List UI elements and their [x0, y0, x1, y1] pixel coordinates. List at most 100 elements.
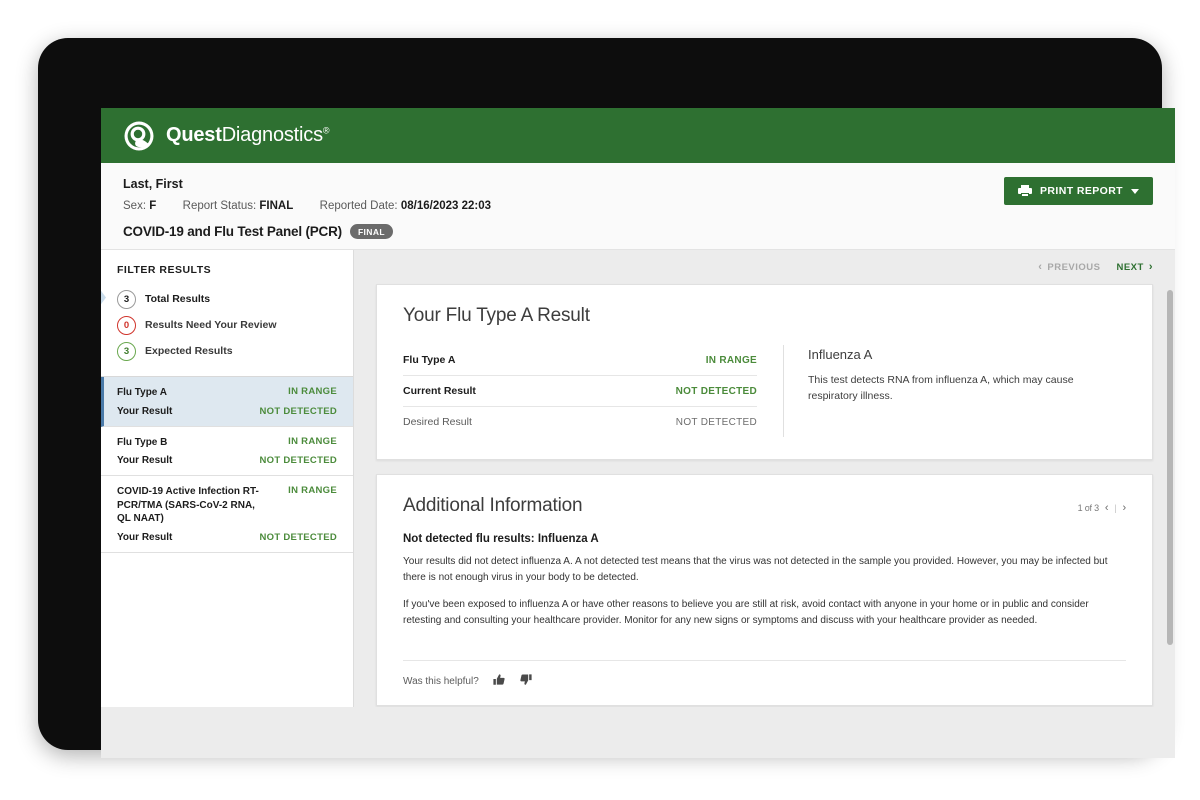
- filter-item-expected-results[interactable]: 3 Expected Results: [101, 338, 353, 364]
- current-result-value: NOT DETECTED: [675, 385, 757, 397]
- brand-header: QuestDiagnostics®: [101, 108, 1175, 163]
- result-card-title: Your Flu Type A Result: [403, 305, 590, 326]
- tablet-screen: QuestDiagnostics® Last, First Sex: F Rep…: [101, 108, 1175, 758]
- result-name-row: COVID-19 Active Infection RT-PCR/TMA (SA…: [117, 485, 337, 526]
- filter-count-badge: 3: [117, 341, 136, 361]
- content-area: FILTER RESULTS 3 Total Results 0 Results…: [101, 250, 1175, 707]
- reported-date-label: Reported Date:: [319, 200, 398, 212]
- result-range-status: IN RANGE: [288, 485, 337, 496]
- patient-meta-row: Sex: F Report Status: FINAL Reported Dat…: [123, 200, 1153, 212]
- table-row-analyte: Flu Type A IN RANGE: [403, 345, 757, 376]
- brand-wordmark: QuestDiagnostics®: [166, 124, 330, 147]
- filter-results-title: FILTER RESULTS: [117, 264, 212, 276]
- previous-result-label: PREVIOUS: [1047, 261, 1101, 273]
- sex-value: F: [149, 200, 157, 212]
- result-card-body: Flu Type A IN RANGE Current Result NOT D…: [377, 327, 1152, 459]
- result-range-status: IN RANGE: [288, 386, 337, 397]
- result-detail-card: Your Flu Type A Result Flu Type A IN RAN…: [376, 284, 1153, 460]
- result-name-row: Flu Type A IN RANGE: [117, 386, 337, 400]
- filter-item-label: Results Need Your Review: [145, 319, 277, 331]
- additional-info-pager: 1 of 3 ‹ | ›: [1077, 502, 1127, 514]
- previous-result-button[interactable]: ‹ PREVIOUS: [1038, 260, 1101, 273]
- main-content: ‹ PREVIOUS NEXT › Your Flu Type A Result: [354, 250, 1175, 707]
- desired-result-value: NOT DETECTED: [675, 416, 757, 428]
- current-result-label: Current Result: [403, 385, 476, 397]
- filter-count-badge: 0: [117, 315, 136, 335]
- chevron-right-icon: ›: [1148, 260, 1153, 273]
- chevron-down-icon: [1131, 188, 1139, 194]
- table-row-current-result: Current Result NOT DETECTED: [403, 376, 757, 407]
- description-title: Influenza A: [808, 347, 873, 362]
- desired-result-label: Desired Result: [403, 416, 472, 428]
- analyte-range-status: IN RANGE: [705, 354, 757, 366]
- additional-info-paragraph-1: Your results did not detect influenza A.…: [403, 556, 1108, 583]
- next-result-label: NEXT: [1116, 261, 1144, 273]
- filter-count-badge: 3: [117, 289, 136, 309]
- your-result-label: Your Result: [117, 531, 173, 543]
- pager-divider: |: [1114, 503, 1117, 513]
- tablet-device-frame: QuestDiagnostics® Last, First Sex: F Rep…: [38, 38, 1175, 758]
- result-card-header: Your Flu Type A Result: [377, 285, 1152, 327]
- sex-label: Sex:: [123, 200, 147, 212]
- your-result-value: NOT DETECTED: [259, 405, 337, 417]
- brand-name-bold: Quest: [166, 124, 222, 146]
- result-value-row: Your Result NOT DETECTED: [117, 532, 337, 543]
- status-badge: FINAL: [349, 224, 393, 239]
- brand-trademark: ®: [322, 125, 330, 136]
- report-status-label: Report Status:: [182, 200, 257, 212]
- sidebar-result-covid-19[interactable]: COVID-19 Active Infection RT-PCR/TMA (SA…: [101, 476, 353, 553]
- panel-title-row: COVID-19 and Flu Test Panel (PCR) FINAL: [123, 224, 1153, 239]
- table-row-desired-result: Desired Result NOT DETECTED: [403, 407, 757, 437]
- printer-icon: [1018, 185, 1033, 197]
- result-description: Influenza A This test detects RNA from i…: [783, 345, 1126, 437]
- report-status-value: FINAL: [259, 200, 294, 212]
- additional-info-body: Not detected flu results: Influenza A Yo…: [377, 517, 1152, 650]
- print-report-button[interactable]: PRINT REPORT: [1004, 177, 1153, 205]
- additional-information-card: Additional Information 1 of 3 ‹ | › Not …: [376, 474, 1153, 706]
- next-result-button[interactable]: NEXT ›: [1116, 260, 1153, 273]
- result-value-row: Your Result NOT DETECTED: [117, 406, 337, 417]
- additional-info-paragraph-2: If you've been exposed to influenza A or…: [403, 599, 1089, 626]
- filter-item-total-results[interactable]: 3 Total Results: [101, 286, 353, 312]
- thumbs-down-icon[interactable]: [519, 673, 533, 689]
- patient-name: Last, First: [123, 177, 183, 191]
- filter-item-label: Total Results: [145, 293, 211, 305]
- pager-previous-icon[interactable]: ‹: [1105, 502, 1109, 514]
- sidebar-result-flu-type-b[interactable]: Flu Type B IN RANGE Your Result NOT DETE…: [101, 427, 353, 476]
- print-report-label: PRINT REPORT: [1040, 185, 1123, 197]
- result-values-table: Flu Type A IN RANGE Current Result NOT D…: [403, 345, 783, 437]
- filter-results-panel: FILTER RESULTS 3 Total Results 0 Results…: [101, 250, 353, 377]
- filter-item-needs-review[interactable]: 0 Results Need Your Review: [101, 312, 353, 338]
- quest-swirl-logo-icon: [123, 120, 155, 152]
- feedback-label: Was this helpful?: [403, 675, 479, 687]
- result-name-row: Flu Type B IN RANGE: [117, 436, 337, 450]
- result-name: COVID-19 Active Infection RT-PCR/TMA (SA…: [117, 486, 259, 524]
- your-result-value: NOT DETECTED: [259, 531, 337, 543]
- description-text: This test detects RNA from influenza A, …: [808, 374, 1074, 402]
- your-result-value: NOT DETECTED: [259, 455, 337, 466]
- patient-header: Last, First Sex: F Report Status: FINAL …: [101, 163, 1175, 250]
- page-title: COVID-19 and Flu Test Panel (PCR): [123, 224, 342, 239]
- vertical-scrollbar[interactable]: [1167, 290, 1173, 645]
- pager-position-text: 1 of 3: [1077, 503, 1100, 513]
- filter-item-label: Expected Results: [145, 345, 233, 357]
- reported-date-value: 08/16/2023 22:03: [400, 200, 492, 212]
- feedback-bar: Was this helpful?: [403, 660, 1126, 705]
- your-result-label: Your Result: [117, 455, 173, 466]
- result-pagination-bar: ‹ PREVIOUS NEXT ›: [354, 250, 1175, 284]
- results-sidebar: FILTER RESULTS 3 Total Results 0 Results…: [101, 250, 354, 707]
- additional-info-title: Additional Information: [403, 495, 583, 516]
- result-value-row: Your Result NOT DETECTED: [117, 455, 337, 466]
- pager-next-icon[interactable]: ›: [1123, 502, 1127, 514]
- additional-info-subtitle: Not detected flu results: Influenza A: [403, 533, 599, 545]
- sidebar-result-flu-type-a[interactable]: Flu Type A IN RANGE Your Result NOT DETE…: [101, 377, 353, 427]
- result-name: Flu Type A: [117, 387, 167, 398]
- your-result-label: Your Result: [117, 405, 173, 417]
- analyte-name: Flu Type A: [403, 354, 456, 366]
- additional-info-header: Additional Information 1 of 3 ‹ | ›: [377, 475, 1152, 517]
- brand-name-light: Diagnostics: [221, 124, 323, 146]
- result-range-status: IN RANGE: [288, 435, 337, 447]
- chevron-left-icon: ‹: [1038, 260, 1043, 273]
- thumbs-up-icon[interactable]: [492, 673, 506, 689]
- result-name: Flu Type B: [117, 436, 168, 448]
